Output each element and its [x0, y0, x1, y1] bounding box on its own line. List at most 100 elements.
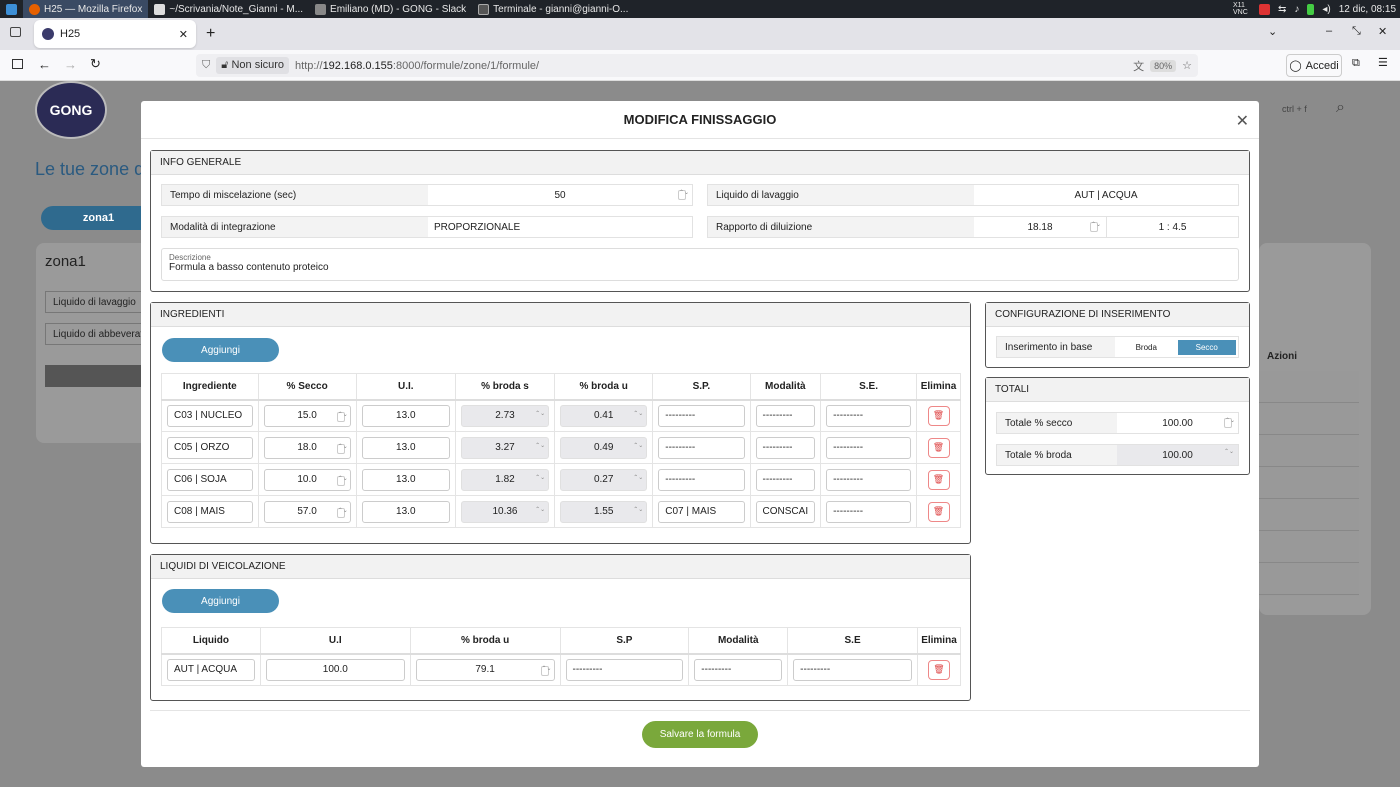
url-bar[interactable]: ⛉ 🔓︎ Non sicuro http://192.168.0.155:800…	[196, 54, 1198, 77]
liquid-se-field[interactable]: ---------	[793, 658, 912, 681]
zoom-badge[interactable]: 80%	[1150, 59, 1177, 72]
restore-icon[interactable]: ⤡	[1352, 25, 1361, 38]
new-tab-icon[interactable]: +	[206, 25, 215, 43]
back-icon[interactable]: ←	[38, 57, 51, 72]
spinner-icon[interactable]: ⌃⌄	[1090, 222, 1101, 232]
clock[interactable]: 12 dic, 08:15	[1339, 4, 1396, 15]
description-value[interactable]: Formula a basso contenuto proteico	[169, 262, 1231, 273]
reload-icon[interactable]: ↻	[90, 56, 101, 72]
tab-h25[interactable]: H25 ✕	[34, 20, 196, 48]
ingredient-ui-field[interactable]: 13.0	[361, 500, 450, 523]
anydesk-icon[interactable]	[1258, 3, 1270, 15]
delete-icon[interactable]: 🗑︎	[927, 469, 950, 490]
ingredient-se-field[interactable]: ---------	[826, 500, 912, 523]
minimize-icon[interactable]: –	[1326, 25, 1332, 37]
translate-icon[interactable]: 文	[1133, 58, 1144, 74]
save-formula-button[interactable]: Salvare la formula	[642, 721, 758, 748]
liquid-name-field[interactable]: AUT | ACQUA	[167, 658, 255, 681]
taskbar-item-notes[interactable]: ~/Scrivania/Note_Gianni - M...	[148, 0, 309, 18]
ingredient-secco-field[interactable]: 15.0 ⌃⌄	[263, 404, 351, 427]
volume-icon[interactable]: ◂)	[1322, 4, 1330, 15]
battery-icon[interactable]	[1307, 3, 1315, 15]
table-cell: ---------	[787, 653, 918, 686]
close-window-icon[interactable]: ✕	[1378, 25, 1387, 38]
search-hint: ctrl + f	[1282, 104, 1307, 114]
forward-icon[interactable]: →	[64, 57, 77, 72]
close-tab-icon[interactable]: ✕	[179, 28, 188, 41]
url-text[interactable]: http://192.168.0.155:8000/formule/zone/1…	[295, 60, 539, 72]
liquids-table: Liquido U.I% broda u S.P Modalità S.E Elimina…	[161, 627, 962, 686]
spinner-icon: ⌃⌄	[535, 474, 546, 481]
ingredient-mod-field[interactable]: CONSCAI	[755, 500, 816, 523]
ingredient-ui-field[interactable]: 13.0	[361, 468, 450, 491]
ingredient-name-field[interactable]: C06 | SOJA	[167, 468, 253, 491]
delete-icon[interactable]: 🗑︎	[927, 437, 950, 458]
search-icon[interactable]: ⌕	[1336, 99, 1345, 117]
shield-icon[interactable]: ⛉	[202, 59, 210, 72]
wash-liquid-select[interactable]: AUT | ACQUA	[974, 185, 1238, 205]
mix-time-input[interactable]: 50 ⌃⌄	[428, 185, 692, 205]
liquid-sp-field[interactable]: ---------	[565, 658, 684, 681]
delete-icon[interactable]: 🗑︎	[927, 659, 950, 680]
ingredient-sp-field[interactable]: ---------	[658, 404, 745, 427]
start-menu[interactable]	[0, 0, 23, 18]
spinner-icon: ⌃⌄	[535, 410, 546, 417]
ingredient-mod-field[interactable]: ---------	[755, 404, 816, 427]
spinner-icon[interactable]: ⌃⌄	[336, 443, 348, 454]
ingredient-secco-field[interactable]: 18.0 ⌃⌄	[263, 436, 351, 459]
integration-select[interactable]: PROPORZIONALE	[428, 217, 692, 237]
ingredient-name-field[interactable]: C05 | ORZO	[167, 436, 253, 459]
network-icon[interactable]: ⇆	[1278, 4, 1286, 15]
extensions-icon[interactable]: ⧉	[1352, 57, 1360, 70]
spinner-icon[interactable]: ⌃⌄	[336, 507, 348, 518]
spinner-icon[interactable]: ⌃⌄	[336, 411, 348, 422]
ingredient-mod-field[interactable]: ---------	[755, 468, 816, 491]
bell-icon[interactable]: ♪	[1294, 4, 1299, 15]
taskbar-item-slack[interactable]: Emiliano (MD) - GONG - Slack	[309, 0, 472, 18]
add-liquid-button[interactable]: Aggiungi	[162, 589, 279, 613]
ingredient-sp-field[interactable]: C07 | MAIS	[658, 500, 745, 523]
login-button[interactable]: ◯ Accedi	[1286, 54, 1342, 77]
table-cell: 0.27 ⌃⌄	[554, 463, 654, 496]
ingredient-secco-field[interactable]: 10.0 ⌃⌄	[263, 468, 351, 491]
toggle-secco[interactable]: Secco	[1177, 339, 1236, 355]
liquid-ui-field[interactable]: 100.0	[265, 658, 405, 681]
liquid-mod-field[interactable]: ---------	[694, 658, 783, 681]
ingredient-name-field[interactable]: C03 | NUCLEO	[167, 404, 253, 427]
ingredient-sp-field[interactable]: ---------	[658, 468, 745, 491]
taskbar-item-firefox[interactable]: H25 — Mozilla Firefox	[23, 0, 149, 18]
ingredient-secco-field[interactable]: 57.0 ⌃⌄	[263, 500, 351, 523]
taskbar-item-terminal[interactable]: Terminale - gianni@gianni-O...	[472, 0, 634, 18]
delete-icon[interactable]: 🗑︎	[927, 405, 950, 426]
chevron-down-icon[interactable]: ⌄	[1268, 25, 1277, 38]
toggle-broda[interactable]: Broda	[1117, 340, 1176, 355]
ingredient-se-field[interactable]: ---------	[826, 468, 912, 491]
add-ingredient-button[interactable]: Aggiungi	[162, 338, 279, 362]
info-panel: INFO GENERALE Tempo di miscelazione (sec…	[150, 150, 1250, 292]
ingredient-se-field[interactable]: ---------	[826, 436, 912, 459]
zone-bar	[45, 365, 155, 387]
spinner-icon[interactable]: ⌃⌄	[540, 665, 552, 676]
column-header: % Secco	[257, 373, 357, 401]
not-secure-badge[interactable]: 🔓︎ Non sicuro	[216, 57, 290, 74]
dilution-input[interactable]: 18.18 ⌃⌄	[974, 217, 1107, 237]
table-cell: ---------	[749, 399, 822, 432]
spinner-icon[interactable]: ⌃⌄	[678, 190, 689, 200]
ingredient-name-field[interactable]: C08 | MAIS	[167, 500, 253, 523]
zone-tab[interactable]: zona1	[41, 206, 156, 230]
spinner-icon[interactable]: ⌃⌄	[336, 475, 348, 486]
ingredient-mod-field[interactable]: ---------	[755, 436, 816, 459]
liquid-bu-field[interactable]: 79.1 ⌃⌄	[415, 658, 555, 681]
delete-icon[interactable]: 🗑︎	[927, 501, 950, 522]
ingredient-ui-field[interactable]: 13.0	[361, 404, 450, 427]
ingredient-sp-field[interactable]: ---------	[658, 436, 745, 459]
ingredient-se-field[interactable]: ---------	[826, 404, 912, 427]
sidebar-icon[interactable]	[12, 59, 23, 69]
tab-list-icon[interactable]	[10, 27, 21, 37]
table-cell: C08 | MAIS	[161, 495, 259, 528]
close-icon[interactable]: ✕	[1236, 111, 1249, 131]
menu-icon[interactable]: ☰	[1378, 56, 1388, 69]
ingredient-ui-field[interactable]: 13.0	[361, 436, 450, 459]
star-icon[interactable]: ☆	[1182, 59, 1192, 72]
description-field[interactable]: Descrizione Formula a basso contenuto pr…	[161, 248, 1239, 281]
